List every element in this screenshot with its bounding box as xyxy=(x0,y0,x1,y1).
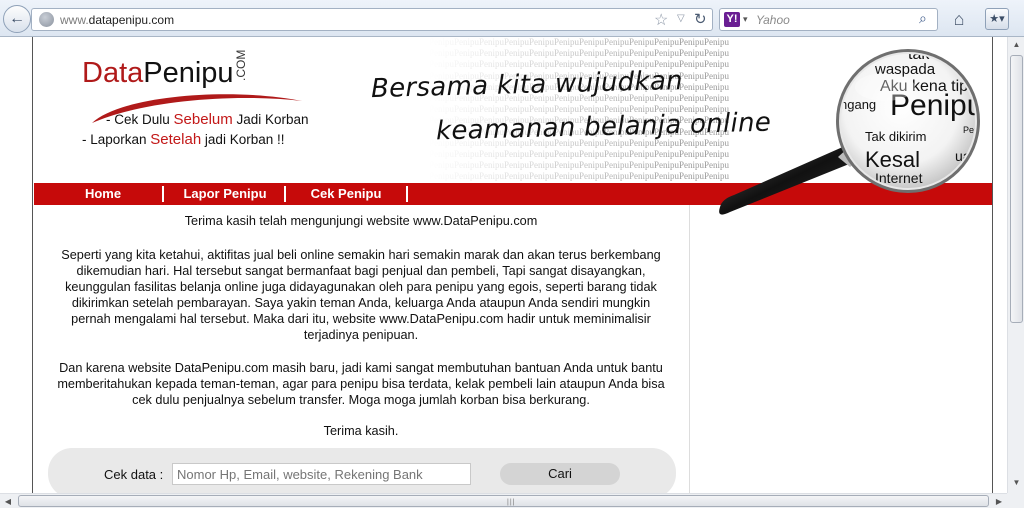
bookmarks-menu-icon[interactable]: ★▾ xyxy=(985,8,1009,30)
magnifier-icon: tak rela waspada Aku kena tipu ngang Pen… xyxy=(670,37,992,225)
logo-word-penipu: Penipu xyxy=(143,57,233,89)
back-button[interactable]: ← xyxy=(3,5,31,33)
welcome-text: Terima kasih telah mengunjungi website w… xyxy=(56,213,666,229)
home-icon[interactable]: ⌂ xyxy=(948,8,970,30)
url-host: datapenipu.com xyxy=(89,13,174,27)
bookmark-star-icon[interactable]: ☆ xyxy=(654,10,668,30)
scroll-left-icon[interactable]: ◀ xyxy=(0,494,16,509)
logo-title: DataPenipu xyxy=(82,57,234,90)
nav-separator xyxy=(406,186,408,202)
main-content: Terima kasih telah mengunjungi website w… xyxy=(34,205,690,493)
tagline-1-red: Sebelum xyxy=(174,111,233,128)
yahoo-icon[interactable]: Y! xyxy=(724,12,740,27)
nav-home[interactable]: Home xyxy=(54,183,152,205)
nav-separator xyxy=(284,186,286,202)
tagline-2-post: jadi Korban !! xyxy=(201,132,284,147)
tagline-2-pre: - Laporkan xyxy=(82,132,150,147)
page-margin-right xyxy=(992,37,1007,493)
scroll-grip-icon: ||| xyxy=(507,499,515,506)
tagline-2-red: Setelah xyxy=(150,131,201,148)
tagline-1: - Cek Dulu Sebelum Jadi Korban xyxy=(106,111,309,128)
browser-viewport: PenipuPenipuPenipuPenipuPenipuPenipuPeni… xyxy=(0,37,1024,508)
scroll-down-icon[interactable]: ▼ xyxy=(1009,475,1024,491)
magnifier-word: Tak dikirim xyxy=(865,129,926,144)
web-page: PenipuPenipuPenipuPenipuPenipuPenipuPeni… xyxy=(34,37,992,493)
horizontal-scrollbar[interactable]: ◀ ||| ▶ xyxy=(0,493,1007,508)
check-data-input[interactable] xyxy=(172,463,471,485)
browser-toolbar: ← www.datapenipu.com ☆ ▽ ↻ Y! ▾ Yahoo ⌕ … xyxy=(0,0,1024,37)
search-icon[interactable]: ⌕ xyxy=(919,10,927,27)
page-margin-left xyxy=(0,37,33,493)
magnifier-handle xyxy=(719,142,864,215)
vertical-scroll-thumb[interactable] xyxy=(1010,55,1023,323)
nav-separator xyxy=(162,186,164,202)
help-paragraph: Dan karena website DataPenipu.com masih … xyxy=(56,360,666,408)
scroll-right-icon[interactable]: ▶ xyxy=(991,494,1007,509)
tagline-1-post: Jadi Korban xyxy=(233,112,309,127)
tagline-1-pre: - Cek Dulu xyxy=(106,112,174,127)
check-data-form: Cek data : Cari xyxy=(48,448,676,493)
scrollbar-corner xyxy=(1007,493,1024,508)
reload-icon[interactable]: ↻ xyxy=(694,10,707,28)
site-logo[interactable]: DataPenipu .COM - Cek Dulu Sebelum Jadi … xyxy=(82,51,322,171)
url-prefix: www. xyxy=(60,13,89,27)
magnifier-word: Dat xyxy=(958,166,990,188)
logo-com: .COM xyxy=(234,50,248,81)
address-bar[interactable]: www.datapenipu.com ☆ ▽ ↻ xyxy=(31,8,713,31)
lens-glare xyxy=(855,73,915,101)
magnifier-word: Sis xyxy=(953,186,970,200)
engine-dropdown-icon[interactable]: ▾ xyxy=(743,14,748,25)
url-text: www.datapenipu.com xyxy=(60,13,174,27)
dropdown-icon[interactable]: ▽ xyxy=(677,13,685,24)
nav-lapor-penipu[interactable]: Lapor Penipu xyxy=(172,183,278,205)
tagline-2: - Laporkan Setelah jadi Korban !! xyxy=(82,131,284,148)
logo-word-data: Data xyxy=(82,57,143,89)
nav-cek-penipu[interactable]: Cek Penipu xyxy=(296,183,396,205)
globe-icon xyxy=(39,12,54,27)
back-arrow-icon: ← xyxy=(9,10,25,28)
magnifier-word: Kesal xyxy=(865,147,920,172)
check-data-label: Cek data : xyxy=(104,467,163,482)
search-submit-button[interactable]: Cari xyxy=(500,463,620,485)
horizontal-scroll-thumb[interactable]: ||| xyxy=(18,495,989,507)
thanks-text: Terima kasih. xyxy=(56,423,666,439)
intro-paragraph: Seperti yang kita ketahui, aktifitas jua… xyxy=(56,247,666,343)
scroll-up-icon[interactable]: ▲ xyxy=(1009,37,1024,53)
search-bar[interactable]: Y! ▾ Yahoo ⌕ xyxy=(719,8,938,31)
vertical-scrollbar[interactable]: ▲ ▼ xyxy=(1007,37,1024,493)
search-placeholder: Yahoo xyxy=(756,13,790,27)
